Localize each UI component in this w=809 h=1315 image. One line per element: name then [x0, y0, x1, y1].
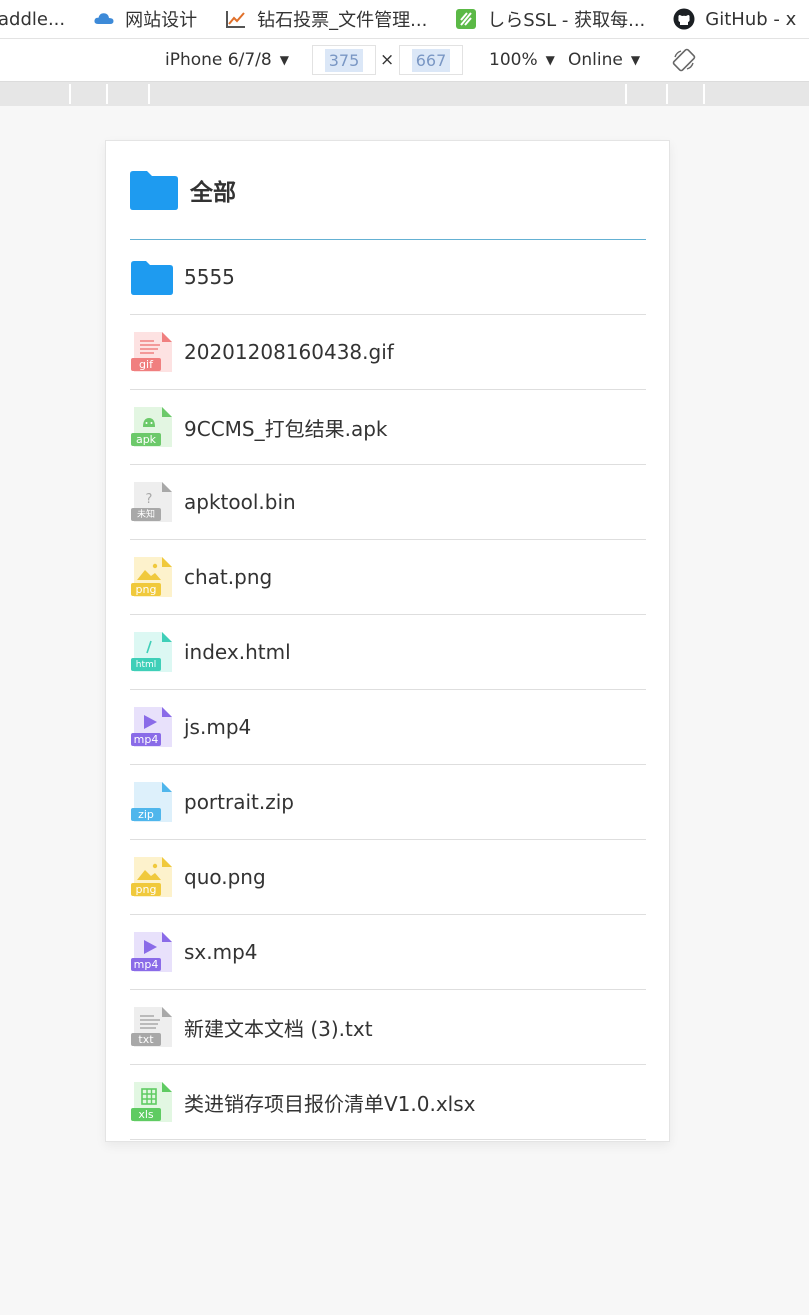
file-name: sx.mp4 [184, 940, 258, 964]
zoom-label: 100% [489, 50, 538, 70]
ruler-tick [703, 84, 705, 104]
chart-icon [225, 8, 247, 30]
media-query-ruler[interactable] [0, 82, 809, 106]
caret-down-icon: ▼ [630, 53, 641, 67]
device-viewport: 全部 5555 gif 20201208160438.gif apk 9CCMS_打包结… [105, 140, 670, 1142]
apk-file-icon: apk [130, 405, 174, 449]
mp4-file-icon: mp4 [130, 705, 174, 749]
file-ext-label: html [135, 660, 157, 670]
mp4-file-icon: mp4 [130, 930, 174, 974]
file-name: 类进销存项目报价清单V1.0.xlsx [184, 1091, 476, 1116]
bookmark-addle[interactable]: addle... [0, 9, 65, 30]
rotate-icon [672, 48, 696, 72]
bookmark-diamond-vote[interactable]: 钻石投票_文件管理... [225, 6, 427, 32]
bookmark-website-design[interactable]: 网站设计 [93, 6, 197, 32]
file-name: portrait.zip [184, 790, 294, 814]
page-title: 全部 [190, 180, 236, 206]
file-ext-label: png [135, 583, 157, 596]
bookmark-label: GitHub - x [705, 8, 797, 30]
file-ext-label: gif [139, 358, 153, 371]
cloud-icon [93, 8, 115, 30]
file-name: chat.png [184, 565, 273, 589]
caret-down-icon: ▼ [279, 53, 289, 67]
bookmark-label: 网站设计 [125, 10, 198, 31]
device-label: iPhone 6/7/8 [165, 50, 272, 70]
unknown-file-icon: ? 未知 [130, 480, 174, 524]
rotate-button[interactable] [672, 39, 696, 81]
width-value: 375 [324, 48, 364, 72]
file-row[interactable]: mp4 sx.mp4 [130, 915, 646, 990]
bookmarks-bar: addle... 网站设计 钻石投票_文件管理... しらSSL - 获取每..… [0, 0, 809, 39]
ruler-tick [625, 84, 627, 104]
file-ext-label: apk [135, 433, 157, 446]
file-ext-label: mp4 [133, 733, 159, 746]
file-name: quo.png [184, 865, 266, 889]
folder-icon [130, 170, 178, 210]
ruler-tick [69, 84, 71, 104]
file-ext-label: zip [138, 808, 154, 821]
height-input[interactable]: 667 [399, 45, 463, 75]
file-row[interactable]: mp4 js.mp4 [130, 690, 646, 765]
folder-row[interactable]: 5555 [130, 240, 646, 315]
file-name: apktool.bin [184, 490, 296, 514]
file-ext-label: 未知 [136, 510, 155, 520]
txt-file-icon: txt [130, 1005, 174, 1049]
bookmark-label: しらSSL - 获取每... [487, 10, 646, 31]
times-icon: × [380, 39, 394, 81]
file-ext-label: xls [138, 1108, 154, 1121]
file-name: index.html [184, 640, 291, 664]
png-file-icon: png [130, 855, 174, 899]
file-ext-label: txt [138, 1033, 154, 1046]
width-input[interactable]: 375 [312, 45, 376, 75]
github-icon [673, 8, 695, 30]
file-name: js.mp4 [184, 715, 252, 739]
zoom-select[interactable]: 100% ▼ [489, 39, 555, 81]
file-name: 新建文本文档 (3).txt [184, 1016, 373, 1041]
file-row[interactable]: html index.html [130, 615, 646, 690]
file-name: 20201208160438.gif [184, 340, 394, 364]
folder-icon [130, 255, 174, 299]
network-label: Online [568, 50, 623, 70]
bookmark-github[interactable]: GitHub - x [673, 8, 796, 30]
device-toolbar: iPhone 6/7/8 ▼ 375 × 667 100% ▼ Online ▼ [0, 39, 809, 82]
file-name: 9CCMS_打包结果.apk [184, 416, 388, 441]
file-row[interactable]: zip portrait.zip [130, 765, 646, 840]
file-row[interactable]: png chat.png [130, 540, 646, 615]
file-row[interactable]: xls 类进销存项目报价清单V1.0.xlsx [130, 1065, 646, 1140]
file-row[interactable]: txt 新建文本文档 (3).txt [130, 990, 646, 1065]
file-ext-label: png [135, 883, 157, 896]
ruler-tick [106, 84, 108, 104]
png-file-icon: png [130, 555, 174, 599]
svg-text:?: ? [146, 492, 153, 507]
leaf-icon [455, 8, 477, 30]
ruler-tick [666, 84, 668, 104]
bookmark-ssl[interactable]: しらSSL - 获取每... [455, 6, 645, 32]
gif-file-icon: gif [130, 330, 174, 374]
file-row[interactable]: gif 20201208160438.gif [130, 315, 646, 390]
bookmark-label: addle... [0, 8, 66, 30]
bookmark-label: 钻石投票_文件管理... [257, 10, 428, 31]
caret-down-icon: ▼ [545, 53, 555, 67]
height-value: 667 [411, 48, 451, 72]
zip-file-icon: zip [130, 780, 174, 824]
file-row[interactable]: ? 未知 apktool.bin [130, 465, 646, 540]
ruler-tick [148, 84, 150, 104]
file-list: 5555 gif 20201208160438.gif apk 9CCMS_打包结果.a… [130, 240, 646, 1140]
breadcrumb-header: 全部 [130, 141, 646, 240]
file-ext-label: mp4 [133, 958, 159, 971]
device-select[interactable]: iPhone 6/7/8 ▼ [165, 39, 289, 81]
file-row[interactable]: png quo.png [130, 840, 646, 915]
times-label: × [380, 50, 395, 70]
xls-file-icon: xls [130, 1080, 174, 1124]
file-row[interactable]: apk 9CCMS_打包结果.apk [130, 390, 646, 465]
file-name: 5555 [184, 265, 235, 289]
html-file-icon: html [130, 630, 174, 674]
network-select[interactable]: Online ▼ [568, 39, 640, 81]
